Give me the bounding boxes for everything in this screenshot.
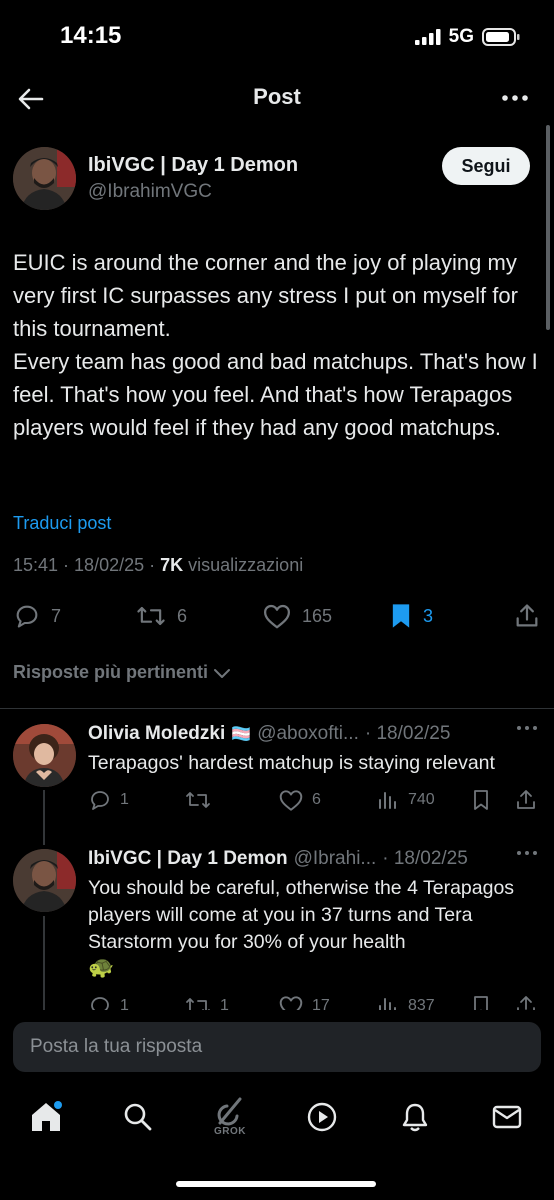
author-name[interactable]: IbiVGC | Day 1 Demon <box>88 154 298 177</box>
views-icon <box>379 792 396 809</box>
repost-count: 6 <box>177 605 188 626</box>
reply-avatar[interactable] <box>13 724 76 787</box>
reply-views-button[interactable]: 740 <box>376 788 435 812</box>
reply-sort-dropdown[interactable]: Risposte più pertinenti <box>13 662 231 683</box>
repost-icon <box>186 792 210 808</box>
author-avatar[interactable] <box>13 147 76 210</box>
reply-like-button[interactable]: 6 <box>278 788 321 812</box>
reply-share-button[interactable] <box>514 788 538 812</box>
nav-video[interactable] <box>302 1097 342 1137</box>
reply-icon <box>91 791 109 810</box>
sort-label: Risposte più pertinenti <box>13 662 209 682</box>
repost-button[interactable]: 6 <box>135 602 187 630</box>
status-indicators: 5G <box>414 26 520 48</box>
reply-header: Olivia Moledzki 🏳️‍⚧️ @aboxofti... · 18/0… <box>88 723 508 745</box>
more-options-button[interactable] <box>500 88 530 108</box>
chevron-down-icon <box>214 668 231 678</box>
bookmark-button[interactable]: 3 <box>389 602 433 630</box>
post-text: EUIC is around the corner and the joy of… <box>13 250 538 440</box>
reply-more-button[interactable] <box>515 722 539 734</box>
like-icon <box>279 790 303 811</box>
more-icon <box>502 95 528 101</box>
repost-icon <box>137 606 165 626</box>
reply-text: Terapagos' hardest matchup is staying re… <box>88 752 495 774</box>
reply-composer-input[interactable]: Posta la tua risposta <box>13 1022 541 1072</box>
post-date: 18/02/25 <box>74 555 145 575</box>
messages-icon <box>492 1105 522 1129</box>
reply-count: 7 <box>51 605 62 626</box>
bookmark-icon <box>392 604 410 628</box>
more-icon <box>517 726 537 730</box>
bookmark-icon <box>474 790 488 810</box>
reply-reply-count: 1 <box>120 791 129 808</box>
reply-avatar[interactable] <box>13 849 76 912</box>
section-divider <box>0 708 554 709</box>
like-button[interactable]: 165 <box>262 602 332 630</box>
views-count: 7K <box>160 555 184 575</box>
scrollbar[interactable] <box>546 125 550 330</box>
turtle-emoji: 🐢 <box>88 956 115 979</box>
reply-author-handle[interactable]: @Ibrahi... <box>294 848 377 870</box>
nav-grok[interactable]: GROK <box>210 1092 250 1140</box>
reply-views-count: 740 <box>408 791 435 808</box>
home-icon <box>32 1101 62 1131</box>
author-handle[interactable]: @IbrahimVGC <box>88 181 212 203</box>
follow-button[interactable]: Segui <box>442 147 530 185</box>
reply-icon <box>16 605 38 628</box>
thread-line <box>43 790 45 845</box>
signal-icon <box>414 29 441 45</box>
bookmark-count: 3 <box>423 605 434 626</box>
like-count: 165 <box>302 605 333 626</box>
reply-reply-button[interactable]: 1 <box>88 788 129 812</box>
reply-more-button[interactable] <box>515 847 539 859</box>
battery-icon <box>482 28 520 46</box>
nav-search[interactable] <box>118 1097 158 1137</box>
reply-repost-button[interactable] <box>184 788 220 812</box>
search-icon <box>124 1103 152 1131</box>
grok-label: GROK <box>214 1125 246 1137</box>
views-label: visualizzazioni <box>188 555 304 575</box>
status-time: 14:15 <box>60 22 122 49</box>
share-button[interactable] <box>513 602 541 630</box>
reply-button[interactable]: 7 <box>13 602 61 630</box>
reply-header: IbiVGC | Day 1 Demon @Ibrahi... · 18/02/… <box>88 848 508 870</box>
reply-bookmark-button[interactable] <box>470 788 492 812</box>
translate-post-link[interactable]: Traduci post <box>13 513 111 534</box>
trans-flag-emoji: 🏳️‍⚧️ <box>231 726 252 743</box>
nav-home[interactable] <box>26 1097 66 1137</box>
reply-date: · 18/02/25 <box>364 723 451 744</box>
reply-like-count: 6 <box>312 791 321 808</box>
thread-line <box>43 916 45 1011</box>
nav-notifications[interactable] <box>395 1097 435 1137</box>
network-type: 5G <box>448 26 474 47</box>
post-meta: 15:41 · 18/02/25 · 7K visualizzazioni <box>13 555 304 575</box>
home-indicator <box>176 1181 376 1187</box>
share-icon <box>517 790 535 809</box>
more-icon <box>517 851 537 855</box>
reply-date: · 18/02/25 <box>382 848 468 869</box>
post-time: 15:41 <box>13 555 59 575</box>
video-icon <box>307 1102 337 1132</box>
reply-author-name[interactable]: Olivia Moledzki <box>88 723 225 745</box>
page-title: Post <box>253 84 301 109</box>
grok-icon <box>217 1097 242 1125</box>
share-icon <box>516 604 538 627</box>
nav-messages[interactable] <box>487 1097 527 1137</box>
reply-text: You should be careful, otherwise the 4 T… <box>88 877 515 953</box>
reply-author-handle[interactable]: @aboxofti... <box>257 723 359 745</box>
like-icon <box>264 604 290 629</box>
notifications-icon <box>402 1103 428 1132</box>
reply-author-name[interactable]: IbiVGC | Day 1 Demon <box>88 848 288 870</box>
